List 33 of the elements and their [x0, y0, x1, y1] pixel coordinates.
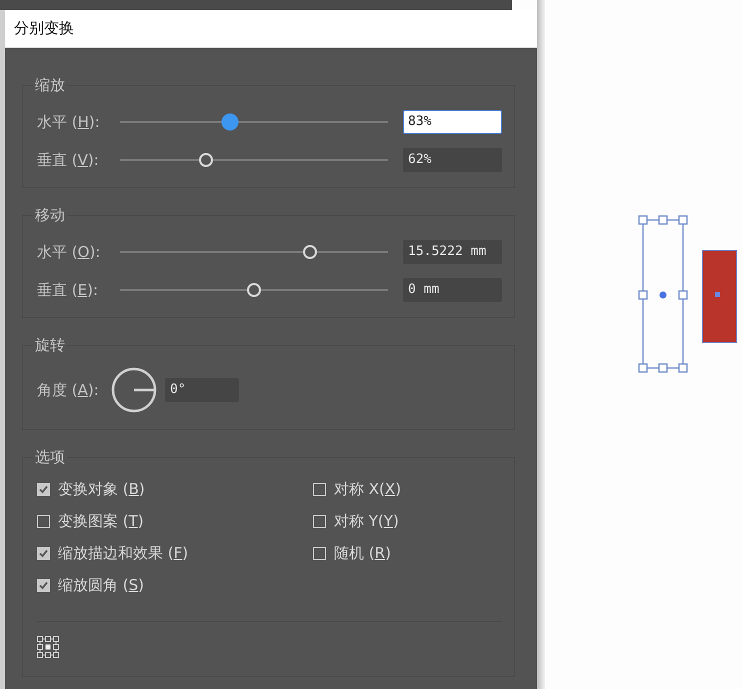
slider-thumb[interactable] [221, 114, 238, 130]
checkbox[interactable] [313, 546, 326, 560]
checkbox[interactable] [313, 514, 326, 528]
angle-dial-icon[interactable] [111, 367, 157, 413]
checkbox[interactable] [313, 482, 326, 496]
group-title: 移动 [34, 206, 66, 225]
value-field[interactable]: 15.5222 mm [403, 240, 502, 264]
selection-box[interactable] [638, 215, 688, 373]
value-field[interactable]: 62% [403, 148, 502, 172]
value-field[interactable]: 83% [403, 110, 502, 134]
checkbox[interactable] [37, 514, 50, 528]
group-title: 旋转 [34, 336, 66, 355]
checkbox[interactable] [37, 578, 50, 592]
option-label: 对称 Y(Y) [334, 512, 399, 530]
option-label: 对称 X(X) [334, 480, 402, 498]
field-label: 垂直 (E): [37, 280, 100, 300]
option-label: 缩放圆角 (S) [58, 576, 144, 594]
option-label: 变换图案 (T) [58, 512, 144, 530]
field-label: 水平 (O): [37, 242, 102, 262]
checkbox[interactable] [37, 482, 50, 496]
group-title: 选项 [34, 448, 66, 467]
option-label: 变换对象 (B) [58, 480, 145, 498]
value-field[interactable]: 0 mm [403, 278, 502, 302]
field-label: 角度 (A): [37, 380, 100, 400]
window-title: 分别变换 [14, 19, 74, 38]
option-label: 随机 (R) [334, 544, 391, 562]
option-label: 缩放描边和效果 (F) [58, 544, 188, 562]
angle-field[interactable]: 0° [165, 378, 239, 402]
checkbox[interactable] [37, 546, 50, 560]
field-label: 垂直 (V): [37, 150, 100, 170]
group-title: 缩放 [34, 76, 66, 95]
reference-point-icon[interactable] [37, 636, 59, 658]
field-label: 水平 (H): [37, 112, 101, 132]
